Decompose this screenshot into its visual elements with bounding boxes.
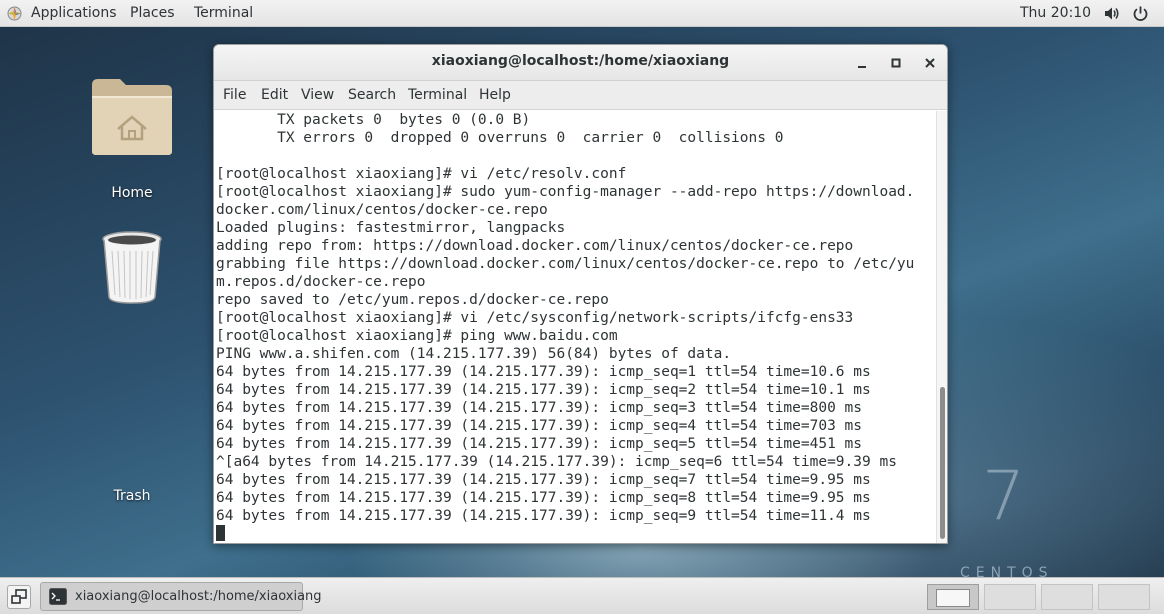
- terminal-line: docker.com/linux/centos/docker-ce.repo: [216, 202, 548, 218]
- terminal-line: ^[a64 bytes from 14.215.177.39 (14.215.1…: [216, 454, 897, 470]
- taskbar-terminal-button[interactable]: xiaoxiang@localhost:/home/xiaoxiang: [40, 582, 322, 611]
- terminal-line: 64 bytes from 14.215.177.39 (14.215.177.…: [216, 364, 871, 380]
- terminal-line: 64 bytes from 14.215.177.39 (14.215.177.…: [216, 436, 863, 452]
- taskbar-terminal-label: xiaoxiang@localhost:/home/xiaoxiang: [75, 589, 322, 604]
- workspace-2[interactable]: [984, 584, 1036, 610]
- terminal-line: 64 bytes from 14.215.177.39 (14.215.177.…: [216, 382, 871, 398]
- terminal-line: 64 bytes from 14.215.177.39 (14.215.177.…: [216, 508, 871, 524]
- terminal-line: PING www.a.shifen.com (14.215.177.39) 56…: [216, 346, 732, 362]
- terminal-line: 64 bytes from 14.215.177.39 (14.215.177.…: [216, 490, 871, 506]
- terminal-icon: [49, 588, 67, 605]
- minimize-icon[interactable]: [852, 53, 872, 73]
- trash-label: Trash: [113, 488, 151, 504]
- show-desktop-icon[interactable]: [7, 585, 31, 609]
- terminal-line: TX packets 0 bytes 0 (0.0 B): [216, 112, 531, 128]
- terminal-line: m.repos.d/docker-ce.repo: [216, 274, 426, 290]
- terminal-line: [root@localhost xiaoxiang]# vi /etc/reso…: [216, 166, 627, 182]
- terminal-line: TX errors 0 dropped 0 overruns 0 carrier…: [216, 130, 784, 146]
- menu-help[interactable]: Help: [479, 87, 511, 103]
- clock[interactable]: Thu 20:10: [1020, 4, 1091, 23]
- centos-logo-number: 7: [982, 457, 1026, 536]
- window-menubar: File Edit View Search Terminal Help: [214, 81, 947, 110]
- scrollbar[interactable]: [936, 111, 947, 543]
- window-title: xiaoxiang@localhost:/home/xiaoxiang: [431, 53, 730, 69]
- bottom-taskbar: xiaoxiang@localhost:/home/xiaoxiang: [0, 577, 1164, 614]
- terminal-line: Loaded plugins: fastestmirror, langpacks: [216, 220, 566, 236]
- places-menu[interactable]: Places: [130, 4, 175, 23]
- workspace-4[interactable]: [1098, 584, 1150, 610]
- home-folder-icon: [90, 75, 174, 161]
- applications-menu[interactable]: Applications: [31, 4, 117, 23]
- menu-file[interactable]: File: [223, 87, 246, 103]
- menu-view[interactable]: View: [301, 87, 334, 103]
- volume-icon[interactable]: [1103, 5, 1120, 22]
- terminal-cursor: [216, 525, 225, 541]
- terminal-app-menu[interactable]: Terminal: [194, 4, 253, 23]
- maximize-icon[interactable]: [886, 53, 906, 73]
- trash-icon: [100, 231, 164, 309]
- terminal-line: 64 bytes from 14.215.177.39 (14.215.177.…: [216, 418, 863, 434]
- terminal-line: adding repo from: https://download.docke…: [216, 238, 854, 254]
- terminal-line: [root@localhost xiaoxiang]# ping www.bai…: [216, 328, 618, 344]
- workspace-3[interactable]: [1041, 584, 1093, 610]
- power-icon[interactable]: [1132, 5, 1149, 22]
- terminal-line: [root@localhost xiaoxiang]# sudo yum-con…: [216, 184, 915, 200]
- home-label: Home: [111, 185, 153, 201]
- terminal-prompt-line: [216, 525, 914, 543]
- terminal-line: 64 bytes from 14.215.177.39 (14.215.177.…: [216, 400, 863, 416]
- terminal-line: [root@localhost xiaoxiang]# vi /etc/sysc…: [216, 310, 854, 326]
- apps-icon[interactable]: [7, 6, 22, 21]
- close-icon[interactable]: [920, 53, 940, 73]
- menu-edit[interactable]: Edit: [261, 87, 288, 103]
- menu-terminal[interactable]: Terminal: [408, 87, 467, 103]
- terminal-line: 64 bytes from 14.215.177.39 (14.215.177.…: [216, 472, 871, 488]
- top-panel: Applications Places Terminal Thu 20:10: [0, 0, 1164, 27]
- window-titlebar[interactable]: xiaoxiang@localhost:/home/xiaoxiang: [214, 45, 947, 81]
- workspace-1[interactable]: [927, 584, 979, 610]
- menu-search[interactable]: Search: [348, 87, 396, 103]
- centos-logo-word: CENTOS: [960, 565, 1054, 577]
- terminal-output[interactable]: TX packets 0 bytes 0 (0.0 B) TX errors 0…: [214, 111, 936, 543]
- scrollbar-thumb[interactable]: [940, 387, 945, 539]
- terminal-line: repo saved to /etc/yum.repos.d/docker-ce…: [216, 292, 609, 308]
- terminal-lines: TX packets 0 bytes 0 (0.0 B) TX errors 0…: [216, 111, 914, 543]
- terminal-line: grabbing file https://download.docker.co…: [216, 256, 915, 272]
- terminal-window[interactable]: xiaoxiang@localhost:/home/xiaoxiang File…: [213, 44, 948, 544]
- workspace-window-thumbnail: [936, 589, 970, 607]
